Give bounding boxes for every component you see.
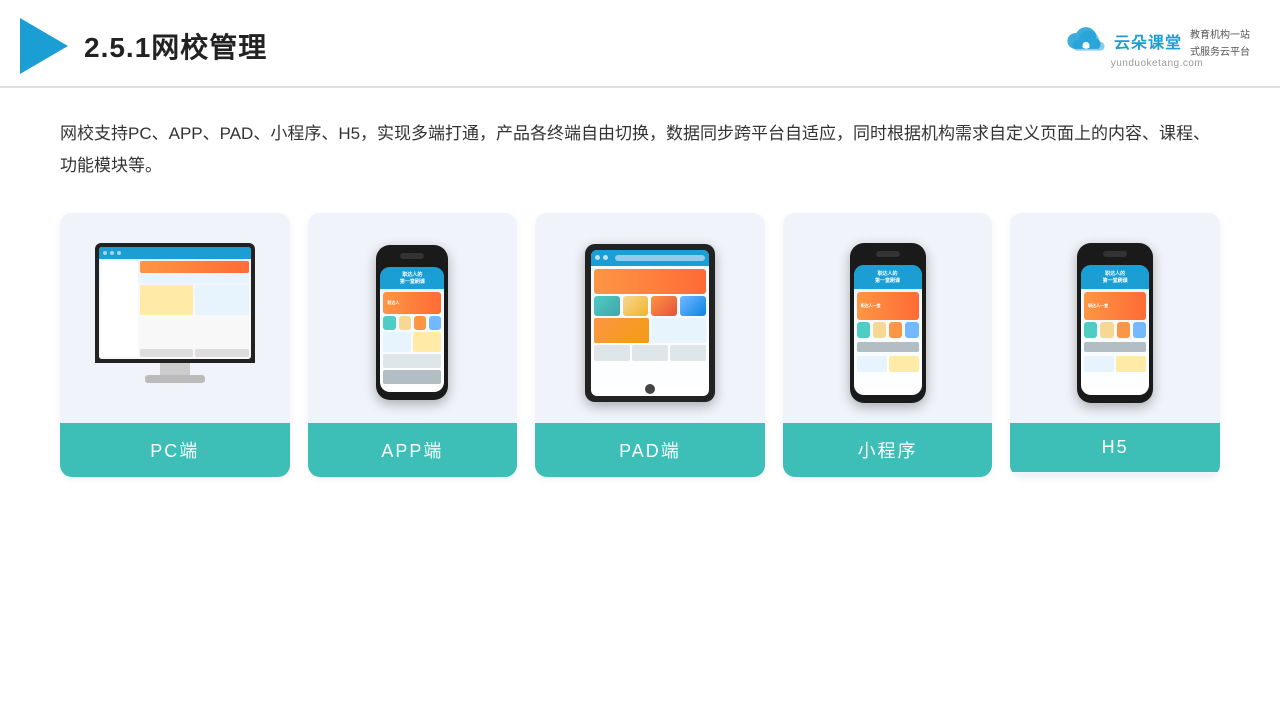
phone-mockup-h5: 职达人的第一堂刷课 职达人一堂 [1077, 243, 1153, 403]
header-left: 2.5.1网校管理 [20, 18, 267, 74]
page-title: 2.5.1网校管理 [84, 26, 267, 66]
content-area: 网校支持PC、APP、PAD、小程序、H5，实现多端打通，产品各终端自由切换，数… [0, 88, 1280, 497]
card-pad: PAD端 [535, 213, 765, 477]
brand-logo: 云朵课堂 教育机构一站 式服务云平台 [1064, 24, 1250, 58]
card-pad-image [535, 213, 765, 423]
brand-area: 云朵课堂 教育机构一站 式服务云平台 yunduoketang.com [1064, 24, 1250, 69]
card-pc-label: PC端 [60, 423, 290, 477]
card-miniprogram-label: 小程序 [783, 423, 993, 477]
card-h5-image: 职达人的第一堂刷课 职达人一堂 [1010, 213, 1220, 423]
card-pad-label: PAD端 [535, 423, 765, 477]
cloud-icon [1064, 26, 1108, 56]
card-h5-label: H5 [1010, 423, 1220, 472]
tablet-mockup [585, 244, 715, 402]
header: 2.5.1网校管理 云朵课堂 教育机构一站 式服务云平台 yunduoketan… [0, 0, 1280, 88]
brand-url: yunduoketang.com [1111, 58, 1204, 69]
brand-slogan-line1: 教育机构一站 [1190, 26, 1250, 41]
card-h5: 职达人的第一堂刷课 职达人一堂 [1010, 213, 1220, 477]
card-miniprogram-image: 职达人的第一堂刷课 职达人一堂 [783, 213, 993, 423]
brand-name: 云朵课堂 [1114, 29, 1182, 53]
pc-mockup [90, 243, 260, 403]
card-pc-image [60, 213, 290, 423]
brand-slogan-line2: 式服务云平台 [1190, 43, 1250, 58]
phone-mockup-mini: 职达人的第一堂刷课 职达人一堂 [850, 243, 926, 403]
phone-mockup-app: 职达人的第一堂刷课 职达人 [376, 245, 448, 400]
logo-icon [20, 18, 68, 74]
card-app-image: 职达人的第一堂刷课 职达人 [308, 213, 518, 423]
card-app: 职达人的第一堂刷课 职达人 [308, 213, 518, 477]
card-miniprogram: 职达人的第一堂刷课 职达人一堂 [783, 213, 993, 477]
cards-container: PC端 职达人的第一堂刷课 职达人 [60, 213, 1220, 477]
card-app-label: APP端 [308, 423, 518, 477]
card-pc: PC端 [60, 213, 290, 477]
description-text: 网校支持PC、APP、PAD、小程序、H5，实现多端打通，产品各终端自由切换，数… [60, 118, 1220, 183]
